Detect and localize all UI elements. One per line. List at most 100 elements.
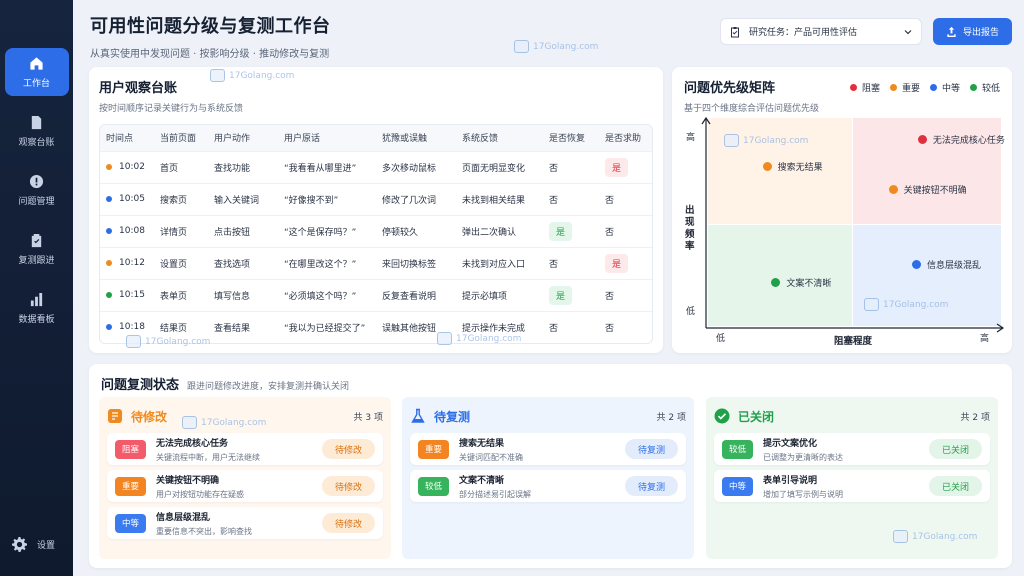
column-header-help: 是否求助 [599,125,652,151]
sidebar-item-observation[interactable]: 观察台账 [5,107,69,155]
watermark-logo-icon [210,69,225,82]
page-subtitle: 从真实使用中发现问题 · 按影响分级 · 推动修改与复测 [90,49,330,60]
cell-help: 否 [599,214,652,247]
y-axis-low-label: 低 [686,307,696,317]
issue-card[interactable]: 较低 提示文案优化 已调整为更清晰的表达 已关闭 [714,433,990,465]
status-button[interactable]: 已关闭 [929,476,982,496]
sidebar-item-dashboard[interactable]: 数据看板 [5,284,69,332]
time-value: 10:18 [119,322,145,333]
issue-text: 提示文案优化 已调整为更清晰的表达 [763,436,929,463]
table-row[interactable]: 10:15 表单页 填写信息 “必须填这个吗？” 反复查看说明 提示必填项是 否 [100,278,652,311]
table-row[interactable]: 10:08 详情页 点击按钮 “这个是保存吗？” 停顿较久 弹出二次确认是 否 [100,214,652,247]
matrix-plot: 高 低 出现频率 低 高 阻塞程度 搜索无结果 无法完成核心任务 关键按钮不明确 信息… [672,67,1012,353]
matrix-point[interactable]: 关键按钮不明确 [888,183,967,196]
issue-card[interactable]: 阻塞 无法完成核心任务 关键流程中断，用户无法继续 待修改 [107,433,383,465]
point-label: 文案不清晰 [786,279,832,290]
cell-quote: “我以为已经提交了” [278,310,376,343]
issue-description: 部分描述易引起误解 [459,489,531,499]
cell-action: 输入关键词 [208,182,278,215]
issue-text: 信息层级混乱 重要信息不突出，影响查找 [156,510,322,537]
cell-page: 表单页 [154,278,208,311]
sidebar-item-workbench[interactable]: 工作台 [4,48,69,96]
matrix-point[interactable]: 信息层级混乱 [912,258,981,271]
cell-help: 否 [599,278,652,311]
issue-title: 无法完成核心任务 [156,438,229,449]
sidebar-item-label: 数据看板 [18,314,55,325]
column-count: 共 2 项 [960,412,990,423]
cell-action: 填写信息 [208,278,278,311]
table-row[interactable]: 10:02 首页 查找功能 “我看看从哪里进” 多次移动鼠标 页面无明显变化否是 [100,150,652,183]
watermark-text: 17Golang.com [456,333,522,344]
issue-title: 信息层级混乱 [156,512,211,523]
retest-status-card: 问题复测状态 跟进问题修改进度，安排复测并确认关闭 待修改 共 3 项阻塞 无法完成… [89,364,1012,568]
cell-hesitation: 来回切换标签 [376,246,456,279]
watermark-text: 17Golang.com [533,41,599,52]
status-button[interactable]: 待修改 [322,476,375,496]
priority-matrix-card: 问题优先级矩阵 基于四个维度综合评估问题优先级 阻塞 重要 中等 较低 高 低 出现频… [672,67,1012,353]
sidebar-item-issues[interactable]: 问题管理 [5,166,69,214]
point-label: 搜索无结果 [777,162,823,173]
status-button[interactable]: 待修改 [322,439,375,459]
status-button[interactable]: 已关闭 [929,439,982,459]
column-header-action: 用户动作 [208,125,278,151]
cell-feedback: 未找到对应入口 [456,246,543,279]
watermark: 17Golang.com [210,69,294,82]
matrix-point[interactable]: 文案不清晰 [771,276,831,289]
settings-label: 设置 [37,541,56,551]
issue-card[interactable]: 重要 搜索无结果 关键词匹配不准确 待复测 [410,433,686,465]
column-header-recovered: 是否恢复 [543,125,599,151]
matrix-point[interactable]: 无法完成核心任务 [917,133,1005,146]
table-row[interactable]: 10:05 搜索页 输入关键词 “好像搜不到” 修改了几次词 未找到相关结果否否 [100,182,652,215]
observation-table: 时间点 当前页面 用户动作 用户原话 犹豫或误触 系统反馈 是否恢复 是否求助 … [99,124,653,344]
issue-description: 关键词匹配不准确 [459,452,523,462]
severity-tag: 中等 [722,476,753,496]
cell-time: 10:15 [100,278,154,311]
cell-help: 是 [599,246,652,279]
cell-time: 10:12 [100,246,154,279]
settings-button[interactable]: 设置 [12,537,55,552]
check-circle-icon [714,408,730,424]
cell-recovered: 否 [543,150,599,183]
x-axis-high-label: 高 [980,334,990,344]
export-report-button[interactable]: 导出报告 [933,18,1012,45]
matrix-point[interactable]: 搜索无结果 [762,160,823,173]
watermark: 17Golang.com [514,40,598,53]
issue-card[interactable]: 中等 信息层级混乱 重要信息不突出，影响查找 待修改 [107,507,383,539]
cell-feedback: 弹出二次确认 [456,214,543,247]
issue-card[interactable]: 中等 表单引导说明 增加了填写示例与说明 已关闭 [714,470,990,502]
watermark-logo-icon [437,332,452,345]
column-header-feedback: 系统反馈 [456,125,543,151]
clipboard-icon [731,26,739,37]
y-axis-high-label: 高 [686,133,696,143]
status-button[interactable]: 待复测 [625,439,678,459]
severity-tag: 重要 [115,476,146,496]
watermark-logo-icon [724,134,739,147]
watermark-text: 17Golang.com [145,336,211,347]
issue-title: 搜索无结果 [459,438,505,449]
cell-hesitation: 停顿较久 [376,214,456,247]
sidebar-item-label: 问题管理 [18,196,55,207]
sidebar-item-retest[interactable]: 复测跟进 [5,225,69,273]
point-label: 关键按钮不明确 [903,185,967,196]
cell-recovered: 是 [543,278,599,311]
cell-recovered-badge: 是 [549,221,573,241]
status-button[interactable]: 待复测 [625,476,678,496]
status-button[interactable]: 待修改 [322,513,375,533]
cell-feedback: 未找到相关结果 [456,182,543,215]
issue-title: 提示文案优化 [763,438,818,449]
y-axis-label: 出现频率 [685,205,695,252]
watermark: 17Golang.com [437,332,521,345]
severity-dot [106,323,112,330]
issue-card[interactable]: 重要 关键按钮不明确 用户对按钮功能存在疑惑 待修改 [107,470,383,502]
watermark-logo-icon [126,335,141,348]
cell-help-badge: 是 [605,157,629,177]
watermark-text: 17Golang.com [229,70,295,81]
severity-dot [106,163,112,170]
watermark: 17Golang.com [182,416,266,429]
severity-dot [106,291,112,298]
column-header-quote: 用户原话 [278,125,376,151]
table-row[interactable]: 10:12 设置页 查找选项 “在哪里改这个？” 来回切换标签 未找到对应入口否是 [100,246,652,279]
research-task-select[interactable]: 研究任务：产品可用性评估 [720,18,922,45]
issue-card[interactable]: 较低 文案不清晰 部分描述易引起误解 待复测 [410,470,686,502]
issue-text: 搜索无结果关键词匹配不准确 [459,436,625,463]
